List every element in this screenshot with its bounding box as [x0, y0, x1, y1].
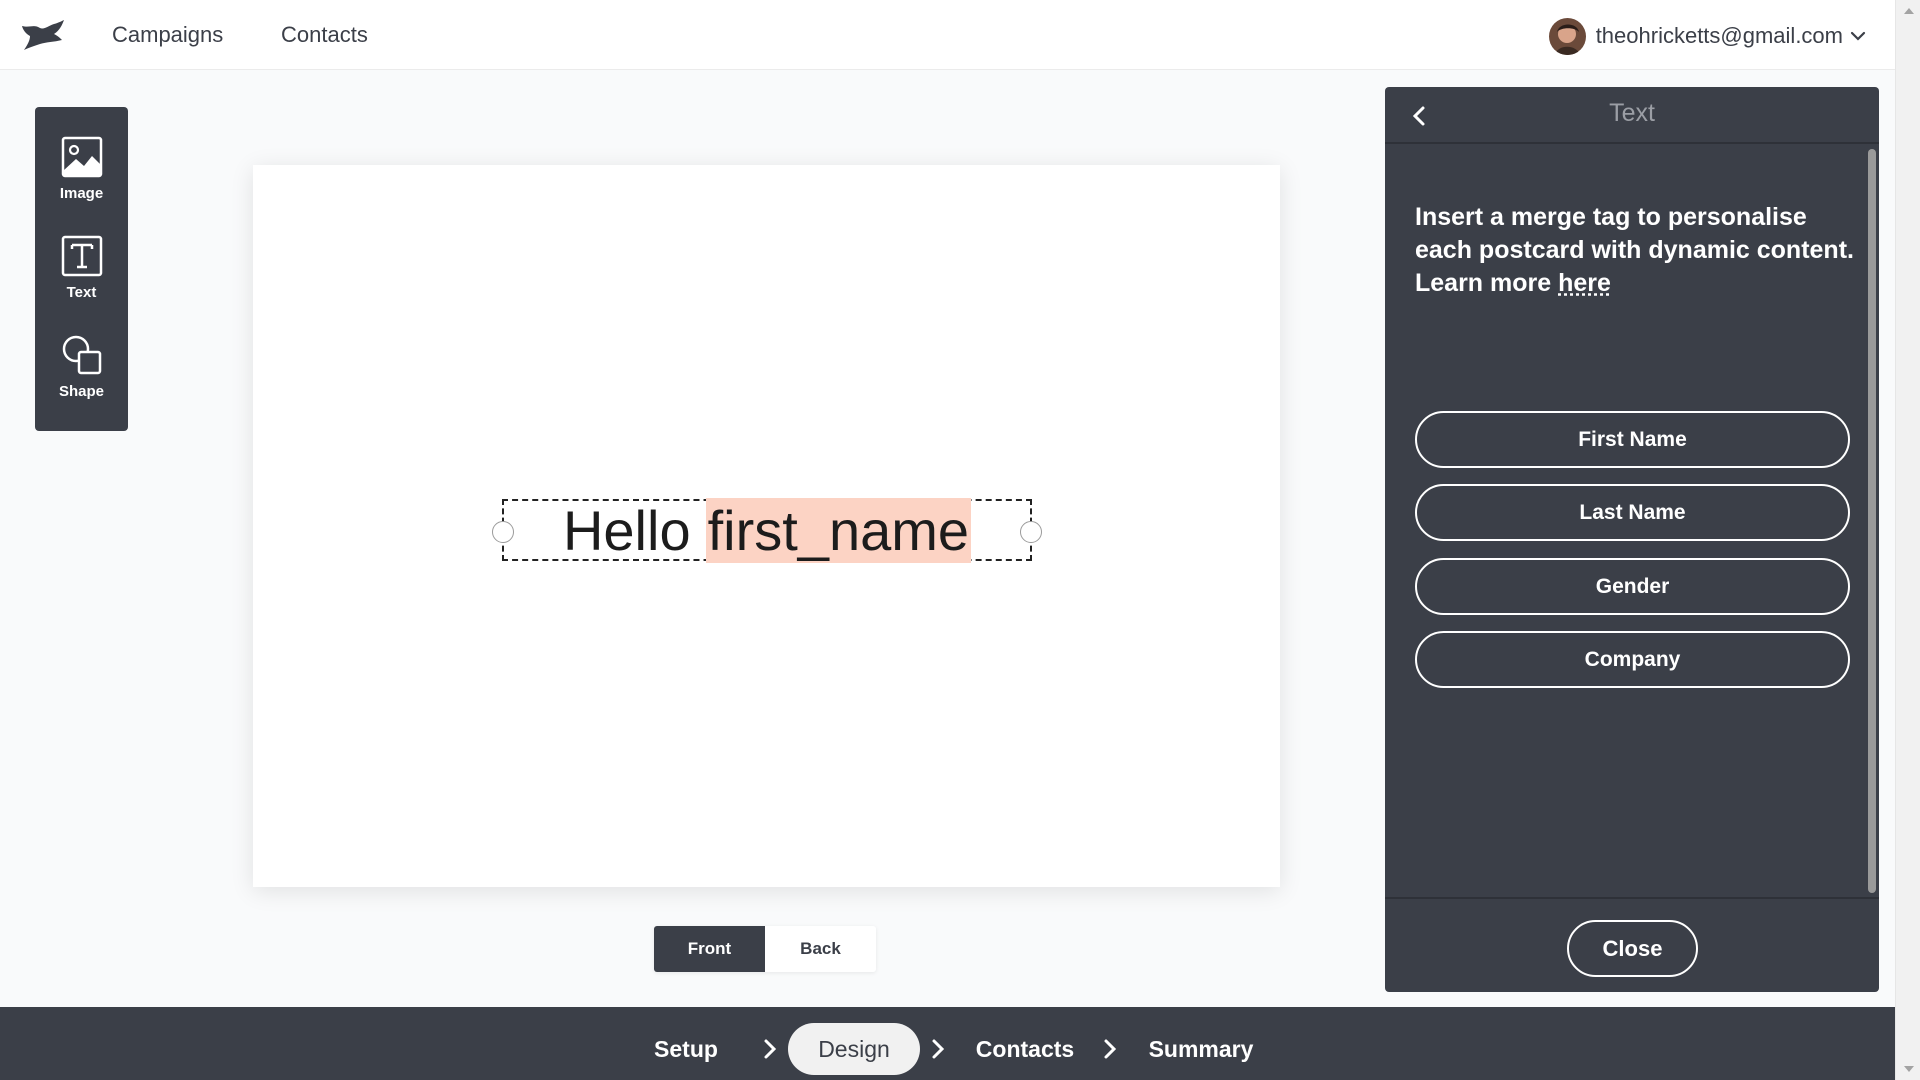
panel-footer: Close [1385, 897, 1879, 992]
user-menu[interactable]: theohricketts@gmail.com [1548, 17, 1867, 55]
panel-title: Text [1609, 99, 1655, 127]
learn-more-link[interactable]: here [1558, 269, 1611, 297]
merge-gender-button[interactable]: Gender [1415, 558, 1850, 615]
tool-image-label: Image [59, 185, 104, 202]
image-icon [61, 136, 102, 178]
scroll-up-arrow-icon[interactable] [1904, 8, 1914, 14]
description-text: Insert a merge tag to personalise each p… [1415, 203, 1854, 297]
panel-scrollbar[interactable] [1868, 149, 1876, 893]
scroll-down-arrow-icon[interactable] [1904, 1066, 1914, 1072]
close-button[interactable]: Close [1567, 920, 1698, 977]
tool-text[interactable]: Text [35, 234, 128, 333]
merge-company-button[interactable]: Company [1415, 631, 1850, 688]
text-icon [61, 235, 102, 277]
resize-handle-right[interactable] [1020, 521, 1042, 543]
chevron-down-icon [1850, 31, 1866, 41]
bird-logo-icon[interactable] [20, 18, 66, 52]
selected-text-box[interactable]: Hello first_name [492, 497, 1042, 563]
merge-last-name-button[interactable]: Last Name [1415, 484, 1850, 541]
page-scrollbar[interactable] [1895, 0, 1920, 1080]
step-design[interactable]: Design [788, 1023, 920, 1075]
chevron-right-icon [1104, 1039, 1117, 1059]
merge-first-name-button[interactable]: First Name [1415, 411, 1850, 468]
tool-text-label: Text [66, 284, 97, 301]
user-email: theohricketts@gmail.com [1595, 23, 1843, 48]
step-contacts[interactable]: Contacts [970, 1023, 1080, 1075]
static-text[interactable]: Hello [563, 498, 691, 563]
top-bar: Campaigns Contacts theohricketts@gmail.c… [0, 0, 1895, 70]
chevron-right-icon [932, 1039, 945, 1059]
tool-shape-label: Shape [58, 383, 104, 400]
step-summary[interactable]: Summary [1145, 1023, 1257, 1075]
side-toggle: Front Back [654, 926, 876, 972]
progress-stepper: Setup Design Contacts Summary [0, 1007, 1895, 1080]
tool-image[interactable]: Image [35, 135, 128, 234]
nav-contacts[interactable]: Contacts [281, 22, 368, 48]
merge-tag-description: Insert a merge tag to personalise each p… [1415, 201, 1855, 300]
merge-tag-text[interactable]: first_name [705, 497, 972, 563]
step-setup[interactable]: Setup [640, 1023, 732, 1075]
tool-panel: Image Text Shape [35, 107, 128, 431]
panel-header: Text [1385, 87, 1879, 144]
panel-body: Insert a merge tag to personalise each p… [1385, 146, 1879, 897]
postcard-canvas[interactable]: Hello first_name [253, 165, 1280, 887]
resize-handle-left[interactable] [492, 521, 514, 543]
avatar [1548, 17, 1586, 55]
back-button[interactable]: Back [765, 926, 876, 972]
front-button[interactable]: Front [654, 926, 765, 972]
nav-campaigns[interactable]: Campaigns [112, 22, 223, 48]
chevron-right-icon [764, 1039, 777, 1059]
text-panel: Text Insert a merge tag to personalise e… [1385, 87, 1879, 992]
shape-icon [62, 335, 101, 375]
tool-shape[interactable]: Shape [35, 333, 128, 432]
